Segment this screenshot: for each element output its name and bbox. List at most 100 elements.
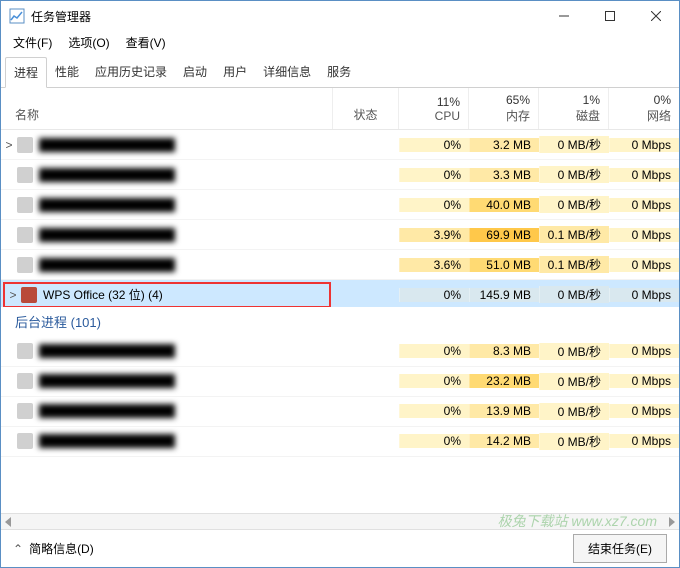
- process-icon: [17, 167, 33, 183]
- col-name[interactable]: 名称: [1, 88, 333, 129]
- cell-cpu: 0%: [399, 198, 469, 212]
- cell-mem: 8.3 MB: [469, 344, 539, 358]
- cell-cpu: 0%: [399, 168, 469, 182]
- menu-options[interactable]: 选项(O): [60, 32, 117, 53]
- process-row[interactable]: ████████████████0%14.2 MB0 MB/秒0 Mbps: [1, 427, 679, 457]
- process-row[interactable]: ████████████████0%8.3 MB0 MB/秒0 Mbps: [1, 337, 679, 367]
- process-row[interactable]: > ████████████████ 0%3.2 MB0 MB/秒0 Mbps: [1, 130, 679, 160]
- cell-net: 0 Mbps: [609, 288, 679, 302]
- col-cpu[interactable]: 11%CPU: [399, 88, 469, 129]
- cell-cpu: 3.9%: [399, 228, 469, 242]
- cell-disk: 0 MB/秒: [539, 343, 609, 360]
- tabs: 进程 性能 应用历史记录 启动 用户 详细信息 服务: [1, 57, 679, 88]
- tab-startup[interactable]: 启动: [175, 57, 215, 87]
- process-row[interactable]: ████████████████ 0%13.9 MB0 MB/秒0 Mbps: [1, 397, 679, 427]
- process-name: ████████████████: [39, 374, 175, 388]
- tab-details[interactable]: 详细信息: [255, 57, 319, 87]
- maximize-button[interactable]: [587, 1, 633, 31]
- process-row[interactable]: ████████████████ 0%40.0 MB0 MB/秒0 Mbps: [1, 190, 679, 220]
- process-icon: [17, 433, 33, 449]
- cell-disk: 0 MB/秒: [539, 166, 609, 183]
- menu-file[interactable]: 文件(F): [5, 32, 60, 53]
- cell-disk: 0.1 MB/秒: [539, 256, 609, 273]
- cell-disk: 0 MB/秒: [539, 196, 609, 213]
- cell-net: 0 Mbps: [609, 138, 679, 152]
- cell-mem: 51.0 MB: [469, 258, 539, 272]
- process-icon: [17, 227, 33, 243]
- cell-disk: 0 MB/秒: [539, 136, 609, 153]
- cell-net: 0 Mbps: [609, 258, 679, 272]
- end-task-button[interactable]: 结束任务(E): [573, 534, 667, 563]
- close-button[interactable]: [633, 1, 679, 31]
- cell-cpu: 0%: [399, 404, 469, 418]
- col-memory[interactable]: 65%内存: [469, 88, 539, 129]
- process-icon: [17, 403, 33, 419]
- tab-services[interactable]: 服务: [319, 57, 359, 87]
- cell-mem: 145.9 MB: [469, 288, 539, 302]
- process-name: ████████████████: [39, 258, 175, 272]
- process-row[interactable]: ████████████████ 0%23.2 MB0 MB/秒0 Mbps: [1, 367, 679, 397]
- cell-net: 0 Mbps: [609, 404, 679, 418]
- cell-mem: 3.2 MB: [469, 138, 539, 152]
- chevron-up-icon: ⌃: [13, 542, 23, 556]
- process-row[interactable]: ████████████████ 0%3.3 MB0 MB/秒0 Mbps: [1, 160, 679, 190]
- minimize-button[interactable]: [541, 1, 587, 31]
- cell-disk: 0 MB/秒: [539, 373, 609, 390]
- process-row[interactable]: ████████████████ 3.6%51.0 MB0.1 MB/秒0 Mbp…: [1, 250, 679, 280]
- process-name: ████████████████: [39, 434, 175, 448]
- process-name: ████████████████: [39, 198, 175, 212]
- process-name: ████████████████: [39, 404, 175, 418]
- cell-net: 0 Mbps: [609, 228, 679, 242]
- tab-users[interactable]: 用户: [215, 57, 255, 87]
- cell-mem: 14.2 MB: [469, 434, 539, 448]
- process-icon: [17, 137, 33, 153]
- process-row[interactable]: ████████████████3.9%69.9 MB0.1 MB/秒0 Mbp…: [1, 220, 679, 250]
- background-processes-header: 后台进程 (101): [1, 307, 679, 337]
- app-icon: [9, 8, 25, 24]
- titlebar: 任务管理器: [1, 1, 679, 31]
- cell-mem: 3.3 MB: [469, 168, 539, 182]
- cell-cpu: 0%: [399, 344, 469, 358]
- cell-mem: 23.2 MB: [469, 374, 539, 388]
- col-disk[interactable]: 1%磁盘: [539, 88, 609, 129]
- cell-mem: 40.0 MB: [469, 198, 539, 212]
- process-name: ████████████████: [39, 138, 175, 152]
- expand-toggle-icon[interactable]: >: [1, 138, 17, 152]
- cell-cpu: 3.6%: [399, 258, 469, 272]
- cell-cpu: 0%: [399, 288, 469, 302]
- cell-cpu: 0%: [399, 138, 469, 152]
- col-network[interactable]: 0%网络: [609, 88, 679, 129]
- menu-view[interactable]: 查看(V): [118, 32, 174, 53]
- cell-net: 0 Mbps: [609, 374, 679, 388]
- cell-cpu: 0%: [399, 374, 469, 388]
- cell-net: 0 Mbps: [609, 168, 679, 182]
- fewer-details-link[interactable]: 简略信息(D): [29, 540, 94, 557]
- process-name: ████████████████: [39, 168, 175, 182]
- task-manager-window: 任务管理器 文件(F) 选项(O) 查看(V) 进程 性能 应用历史记录 启动 …: [0, 0, 680, 568]
- col-status[interactable]: 状态: [333, 88, 399, 129]
- process-icon: [17, 373, 33, 389]
- process-name: ████████████████: [39, 344, 175, 358]
- cell-disk: 0 MB/秒: [539, 286, 609, 303]
- cell-net: 0 Mbps: [609, 198, 679, 212]
- process-name: ████████████████: [39, 228, 175, 242]
- cell-mem: 69.9 MB: [469, 228, 539, 242]
- tab-processes[interactable]: 进程: [5, 57, 47, 88]
- process-icon: [17, 197, 33, 213]
- process-row[interactable]: >WPS Office (32 位) (4)0%145.9 MB0 MB/秒0 …: [1, 280, 679, 307]
- menubar: 文件(F) 选项(O) 查看(V): [1, 31, 679, 53]
- process-icon: [17, 343, 33, 359]
- tab-apphistory[interactable]: 应用历史记录: [87, 57, 175, 87]
- process-icon: [17, 257, 33, 273]
- horizontal-scrollbar[interactable]: [1, 513, 679, 529]
- process-table: 名称 状态 11%CPU 65%内存 1%磁盘 0%网络 > ██████████…: [1, 88, 679, 529]
- window-title: 任务管理器: [31, 8, 541, 25]
- tab-performance[interactable]: 性能: [47, 57, 87, 87]
- cell-mem: 13.9 MB: [469, 404, 539, 418]
- footer: ⌃ 简略信息(D) 结束任务(E): [1, 529, 679, 567]
- cell-disk: 0 MB/秒: [539, 403, 609, 420]
- expand-toggle-icon[interactable]: >: [5, 288, 21, 302]
- cell-cpu: 0%: [399, 434, 469, 448]
- column-headers: 名称 状态 11%CPU 65%内存 1%磁盘 0%网络: [1, 88, 679, 130]
- cell-disk: 0 MB/秒: [539, 433, 609, 450]
